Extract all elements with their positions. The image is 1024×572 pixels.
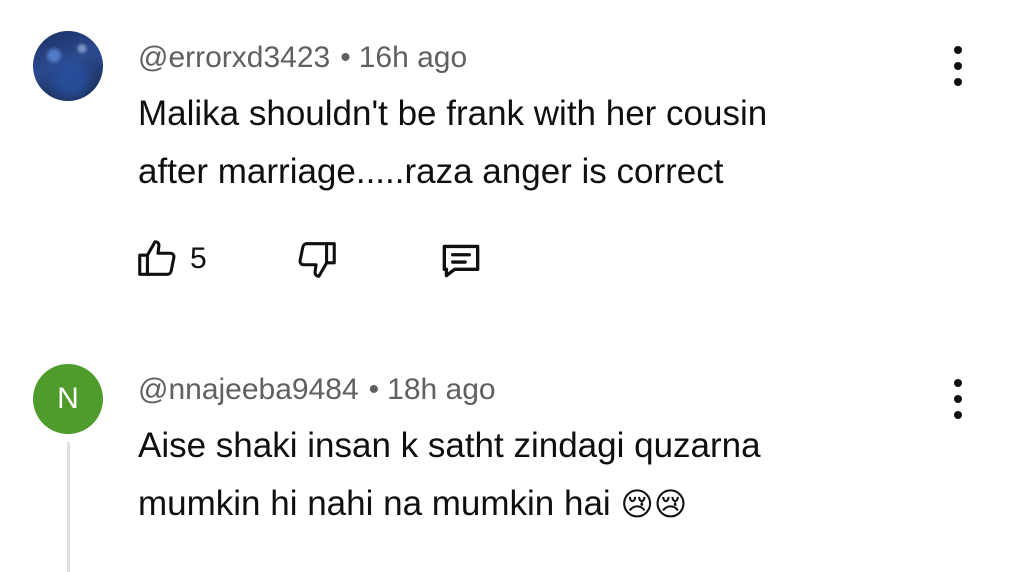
comment-timestamp[interactable]: 18h ago <box>387 373 495 406</box>
more-vertical-icon <box>954 379 962 387</box>
comment-text: Malika shouldn't be frank with her cousi… <box>138 85 898 201</box>
meta-separator: • <box>368 373 380 406</box>
like-count: 5 <box>190 242 207 275</box>
comment-text-line: mumkin hi nahi na mumkin hai 😢😢 <box>138 475 898 533</box>
more-vertical-icon <box>954 46 962 54</box>
comment-text-line: Malika shouldn't be frank with her cousi… <box>138 94 768 133</box>
comment-item: N @nnajeeba9484 • 18h ago Aise shaki insan… <box>0 320 1024 572</box>
comment-author-handle[interactable]: @nnajeeba9484 <box>138 373 359 406</box>
reply-button[interactable] <box>436 236 486 286</box>
comment-timestamp[interactable]: 16h ago <box>359 41 467 74</box>
comment-author-handle[interactable]: @errorxd3423 <box>138 41 330 74</box>
more-vertical-icon-dot <box>954 411 962 419</box>
reply-comment-icon <box>442 244 480 278</box>
dislike-button[interactable] <box>294 236 340 282</box>
thread-line <box>67 442 70 572</box>
avatar[interactable]: N <box>33 364 103 434</box>
more-vertical-icon-dot <box>954 78 962 86</box>
comment-meta: @nnajeeba9484 • 18h ago <box>138 373 496 407</box>
comment-actions: 5 <box>0 236 600 286</box>
comment-text-line: Aise shaki insan k satht zindagi quzarna <box>138 426 761 465</box>
crying-face-emoji: 😢😢 <box>620 486 688 522</box>
comment-text-line: after marriage.....raza anger is correct <box>138 152 724 191</box>
more-vertical-icon-dot <box>954 395 962 403</box>
like-button[interactable]: 5 <box>134 236 207 282</box>
comment-text-fragment: mumkin hi nahi na mumkin hai <box>138 484 611 523</box>
meta-separator: • <box>340 41 351 74</box>
more-options-button[interactable] <box>946 379 970 419</box>
more-vertical-icon-dot <box>954 62 962 70</box>
thumbs-down-icon <box>298 242 336 278</box>
avatar-letter: N <box>57 382 79 415</box>
comment-item: @errorxd3423 • 16h ago Malika shouldn't be… <box>0 0 1024 320</box>
comment-meta: @errorxd3423 • 16h ago <box>138 41 467 75</box>
avatar[interactable] <box>33 31 103 101</box>
comment-text: Aise shaki insan k satht zindagi quzarna… <box>138 417 898 533</box>
thumbs-up-icon <box>138 240 176 276</box>
more-options-button[interactable] <box>946 46 970 86</box>
